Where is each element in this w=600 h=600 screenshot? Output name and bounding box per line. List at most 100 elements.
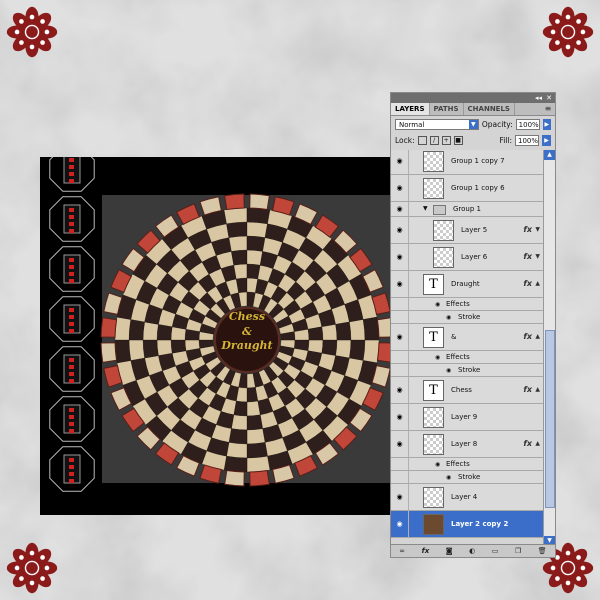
layers-scrollbar[interactable]: ▲ ▼ [543, 150, 555, 546]
layer-row[interactable]: ◉ Layer 5 fx ▼ [391, 217, 543, 244]
rim-tile [249, 193, 270, 211]
eye-icon[interactable]: ◉ [435, 301, 440, 308]
layer-row[interactable]: ◉ Group 1 copy 6 [391, 175, 543, 202]
lock-brush-icon[interactable]: / [429, 135, 439, 145]
panel-menu-icon[interactable]: ≡ [541, 103, 555, 115]
layer-effect-stroke-row[interactable]: ◉ Stroke [391, 364, 543, 377]
strip-dot [69, 479, 74, 483]
effects-toggle-icon[interactable]: ▲ [535, 386, 540, 393]
disclosure-triangle-icon[interactable]: ▼ [423, 205, 428, 212]
fx-icon[interactable]: fx [523, 225, 532, 234]
eye-icon[interactable]: ◉ [435, 461, 440, 468]
eye-icon[interactable]: ◉ [395, 253, 404, 261]
effect-label: Effects [446, 300, 470, 308]
fill-input[interactable]: 100% [515, 134, 539, 146]
lock-transparency-icon[interactable] [417, 135, 427, 145]
eye-icon[interactable]: ◉ [395, 226, 404, 234]
trash-icon[interactable]: 🗑 [538, 547, 547, 555]
fx-icon[interactable]: fx [523, 385, 532, 394]
layer-row[interactable]: ◉ Layer 9 [391, 404, 543, 431]
eye-icon[interactable]: ◉ [395, 280, 404, 288]
layer-row[interactable]: ◉ Group 1 copy 7 [391, 150, 543, 175]
eye-icon[interactable]: ◉ [395, 184, 404, 192]
layer-row[interactable]: ◉ ▼ Group 1 [391, 202, 543, 217]
layer-row[interactable]: ◉ T Draught fx ▲ [391, 271, 543, 298]
effects-toggle-icon[interactable]: ▼ [535, 226, 540, 233]
layer-name[interactable]: Layer 8 [451, 431, 477, 457]
scroll-up-icon[interactable]: ▲ [544, 150, 555, 160]
layer-effects-row[interactable]: ◉ Effects [391, 458, 543, 471]
layer-effects-row[interactable]: ◉ Effects [391, 298, 543, 311]
layer-effects-row[interactable]: ◉ Effects [391, 351, 543, 364]
layer-row[interactable]: ◉ T & fx ▲ [391, 324, 543, 351]
tab-channels[interactable]: CHANNELS [464, 103, 515, 115]
close-icon[interactable]: ✕ [546, 93, 552, 103]
layer-name[interactable]: Layer 9 [451, 404, 477, 430]
lock-move-icon[interactable]: + [441, 135, 451, 145]
blend-mode-select[interactable]: Normal ▼ [395, 118, 479, 130]
effects-toggle-icon[interactable]: ▼ [535, 253, 540, 260]
fx-icon[interactable]: fx [523, 252, 532, 261]
layer-name[interactable]: Layer 6 [461, 244, 487, 270]
tab-paths[interactable]: PATHS [430, 103, 464, 115]
tab-layers[interactable]: LAYERS [391, 103, 430, 115]
eye-icon[interactable]: ◉ [395, 157, 404, 165]
layer-thumbnail [433, 220, 454, 241]
fx-icon[interactable]: fx [422, 547, 430, 555]
layer-name[interactable]: Group 1 copy 6 [451, 175, 505, 201]
board-square [246, 207, 271, 224]
layer-name[interactable]: Layer 4 [451, 484, 477, 510]
layer-effect-stroke-row[interactable]: ◉ Stroke [391, 311, 543, 324]
eye-icon[interactable]: ◉ [395, 493, 404, 501]
board-square [246, 221, 268, 238]
opacity-slider-button[interactable]: ▶ [542, 118, 551, 130]
folder-icon[interactable]: ▭ [492, 547, 499, 555]
eye-icon[interactable]: ◉ [446, 314, 451, 321]
board-square [114, 316, 131, 341]
layer-row[interactable]: ◉ T Chess fx ▲ [391, 377, 543, 404]
document-canvas[interactable]: Chess & Draught [40, 157, 392, 515]
new-layer-icon[interactable]: ❐ [515, 547, 521, 555]
link-icon[interactable]: ∞ [399, 547, 405, 555]
center-title-chess: Chess [229, 310, 265, 323]
eye-icon[interactable]: ◉ [395, 386, 404, 394]
eye-icon[interactable]: ◉ [395, 440, 404, 448]
fx-icon[interactable]: fx [523, 332, 532, 341]
visibility-column [391, 298, 409, 310]
layer-row[interactable]: ◉ Layer 8 fx ▲ [391, 431, 543, 458]
layer-name[interactable]: Draught [451, 271, 480, 297]
fx-icon[interactable]: fx [523, 439, 532, 448]
eye-icon[interactable]: ◉ [395, 413, 404, 421]
layer-name[interactable]: Group 1 [453, 202, 481, 216]
effects-toggle-icon[interactable]: ▲ [535, 280, 540, 287]
eye-icon[interactable]: ◉ [435, 354, 440, 361]
layer-row[interactable]: ◉ Layer 2 copy 2 [391, 511, 543, 538]
lock-all-icon[interactable]: ■ [453, 135, 463, 145]
rim-tile [224, 469, 245, 487]
layer-name[interactable]: Layer 2 copy 2 [451, 511, 508, 537]
effects-toggle-icon[interactable]: ▲ [535, 333, 540, 340]
mask-icon[interactable]: ◙ [446, 547, 453, 555]
effects-toggle-icon[interactable]: ▲ [535, 440, 540, 447]
panel-titlebar[interactable]: ◂◂ ✕ [391, 93, 555, 103]
layer-name[interactable]: Chess [451, 377, 472, 403]
scroll-thumb[interactable] [545, 330, 555, 508]
layer-row[interactable]: ◉ Layer 4 [391, 484, 543, 511]
eye-icon[interactable]: ◉ [446, 367, 451, 374]
eye-icon[interactable]: ◉ [395, 205, 404, 213]
opacity-input[interactable]: 100% [515, 118, 540, 130]
effect-label: Stroke [458, 473, 481, 481]
layer-effect-stroke-row[interactable]: ◉ Stroke [391, 471, 543, 484]
layer-name[interactable]: Layer 5 [461, 217, 487, 243]
collapse-icon[interactable]: ◂◂ [535, 93, 542, 103]
eye-icon[interactable]: ◉ [446, 474, 451, 481]
eye-icon[interactable]: ◉ [395, 520, 404, 528]
fill-slider-button[interactable]: ▶ [542, 134, 551, 146]
layer-row[interactable]: ◉ Layer 6 fx ▼ [391, 244, 543, 271]
eye-icon[interactable]: ◉ [395, 333, 404, 341]
layer-name[interactable]: Group 1 copy 7 [451, 150, 505, 174]
board-square [142, 321, 159, 341]
fx-icon[interactable]: fx [523, 279, 532, 288]
adjustment-icon[interactable]: ◐ [469, 547, 475, 555]
layer-name[interactable]: & [451, 324, 456, 350]
